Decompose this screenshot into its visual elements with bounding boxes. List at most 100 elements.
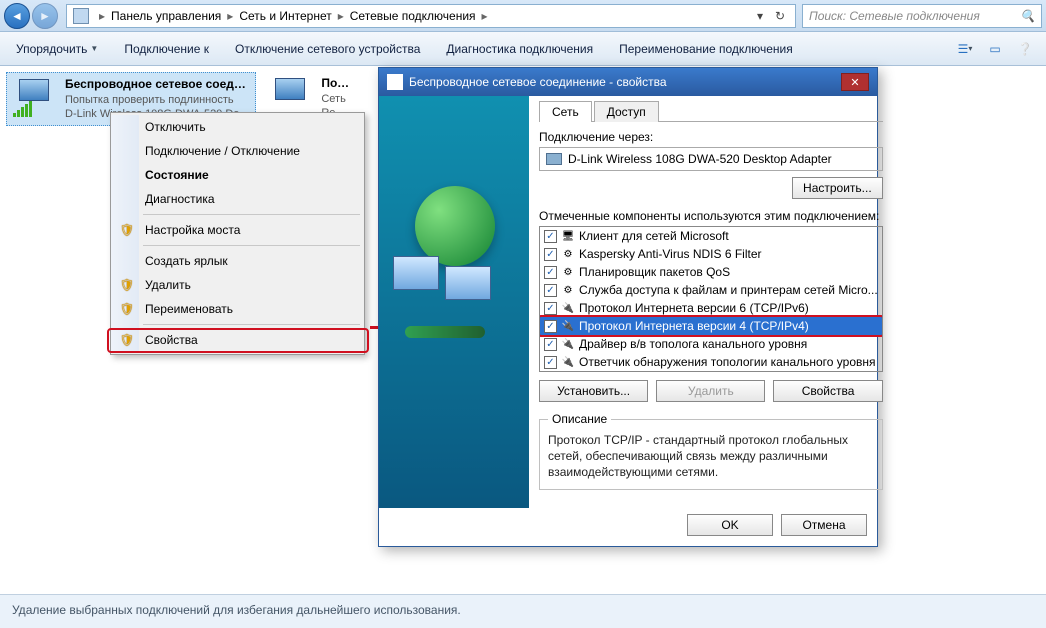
nav-forward-button[interactable]: ►: [32, 3, 58, 29]
adapter-field: D-Link Wireless 108G DWA-520 Desktop Ada…: [539, 147, 883, 171]
shield-icon: 🛡: [113, 328, 141, 352]
rename-connection-button[interactable]: Переименование подключения: [611, 39, 801, 59]
protocol-icon: [561, 301, 575, 315]
install-button[interactable]: Установить...: [539, 380, 648, 402]
separator: [143, 324, 360, 325]
connect-to-button[interactable]: Подключение к: [116, 39, 217, 59]
dialog-title-text: Беспроводное сетевое соединение - свойст…: [409, 75, 667, 89]
address-dropdown-button[interactable]: ▾: [751, 7, 769, 25]
protocol-icon: [561, 319, 575, 333]
checkbox[interactable]: ✓: [544, 284, 557, 297]
ctx-delete[interactable]: 🛡Удалить: [113, 273, 362, 297]
tab-network[interactable]: Сеть: [539, 101, 592, 122]
ctx-properties[interactable]: 🛡Свойства: [113, 328, 362, 352]
window-titlebar: ◄ ► ▸ Панель управления ▸ Сеть и Интерне…: [0, 0, 1046, 32]
checkbox[interactable]: ✓: [544, 320, 557, 333]
ctx-create-shortcut[interactable]: Создать ярлык: [113, 249, 362, 273]
close-button[interactable]: ✕: [841, 73, 869, 91]
preview-pane-button[interactable]: ▭: [982, 38, 1008, 60]
service-icon: [561, 283, 575, 297]
chevron-right-icon[interactable]: ▸: [482, 9, 488, 23]
organize-menu[interactable]: Упорядочить▼: [8, 39, 106, 59]
separator: [143, 245, 360, 246]
service-icon: [561, 247, 575, 261]
connection-name: Подкл...: [321, 76, 351, 92]
protocol-icon: [561, 337, 575, 351]
service-icon: [561, 265, 575, 279]
chevron-down-icon: ▼: [90, 44, 98, 53]
help-button[interactable]: ❔: [1012, 38, 1038, 60]
dialog-tabs: Сеть Доступ: [539, 100, 883, 122]
cancel-button[interactable]: Отмена: [781, 514, 867, 536]
lan-connection-icon: [267, 76, 315, 116]
configure-button[interactable]: Настроить...: [792, 177, 883, 199]
diagnostics-button[interactable]: Диагностика подключения: [438, 39, 601, 59]
shield-icon: 🛡: [113, 297, 141, 321]
dialog-sidebar-image: [379, 96, 529, 508]
view-options-button[interactable]: ☰▾: [952, 38, 978, 60]
separator: [143, 214, 360, 215]
connection-status: Сеть: [321, 92, 351, 106]
toolbar: Упорядочить▼ Подключение к Отключение се…: [0, 32, 1046, 66]
wireless-connection-icon: [11, 77, 59, 117]
status-bar: Удаление выбранных подключений для избег…: [0, 594, 1046, 628]
component-item[interactable]: ✓Kaspersky Anti-Virus NDIS 6 Filter: [540, 245, 882, 263]
checkbox[interactable]: ✓: [544, 338, 557, 351]
components-list[interactable]: ✓Клиент для сетей Microsoft ✓Kaspersky A…: [539, 226, 883, 372]
checkbox[interactable]: ✓: [544, 230, 557, 243]
chevron-right-icon[interactable]: ▸: [338, 9, 344, 23]
component-item[interactable]: ✓Планировщик пакетов QoS: [540, 263, 882, 281]
search-input[interactable]: Поиск: Сетевые подключения 🔍: [802, 4, 1042, 28]
tab-access[interactable]: Доступ: [594, 101, 659, 122]
protocol-icon: [561, 355, 575, 369]
search-placeholder: Поиск: Сетевые подключения: [809, 9, 980, 23]
ok-button[interactable]: OK: [687, 514, 773, 536]
connect-via-label: Подключение через:: [539, 130, 883, 144]
component-item[interactable]: ✓Служба доступа к файлам и принтерам сет…: [540, 281, 882, 299]
checkbox[interactable]: ✓: [544, 266, 557, 279]
chevron-right-icon[interactable]: ▸: [227, 9, 233, 23]
context-menu: Отключить Подключение / Отключение Состо…: [110, 112, 365, 355]
description-label: Описание: [548, 412, 611, 426]
component-item[interactable]: ✓Ответчик обнаружения топологии канально…: [540, 353, 882, 371]
breadcrumb-network-internet[interactable]: Сеть и Интернет: [239, 9, 331, 23]
address-bar[interactable]: ▸ Панель управления ▸ Сеть и Интернет ▸ …: [66, 4, 796, 28]
checkbox[interactable]: ✓: [544, 302, 557, 315]
checkbox[interactable]: ✓: [544, 356, 557, 369]
adapter-name: D-Link Wireless 108G DWA-520 Desktop Ada…: [568, 152, 832, 166]
client-icon: [561, 229, 575, 243]
components-label: Отмеченные компоненты используются этим …: [539, 209, 883, 223]
ctx-connect-disconnect[interactable]: Подключение / Отключение: [113, 139, 362, 163]
component-item[interactable]: ✓Драйвер в/в тополога канального уровня: [540, 335, 882, 353]
checkbox[interactable]: ✓: [544, 248, 557, 261]
folder-icon: [73, 8, 89, 24]
dialog-titlebar[interactable]: Беспроводное сетевое соединение - свойст…: [379, 68, 877, 96]
ctx-bridge[interactable]: 🛡Настройка моста: [113, 218, 362, 242]
properties-dialog: Беспроводное сетевое соединение - свойст…: [378, 67, 878, 547]
uninstall-button[interactable]: Удалить: [656, 380, 765, 402]
nav-back-button[interactable]: ◄: [4, 3, 30, 29]
connection-name: Беспроводное сетевое соединение: [65, 77, 251, 93]
component-item[interactable]: ✓Протокол Интернета версии 6 (TCP/IPv6): [540, 299, 882, 317]
connection-status: Попытка проверить подлинность: [65, 93, 251, 107]
disconnect-device-button[interactable]: Отключение сетевого устройства: [227, 39, 428, 59]
description-group: Описание Протокол TCP/IP - стандартный п…: [539, 412, 883, 490]
ctx-disconnect[interactable]: Отключить: [113, 115, 362, 139]
status-text: Удаление выбранных подключений для избег…: [12, 603, 461, 617]
ctx-rename[interactable]: 🛡Переименовать: [113, 297, 362, 321]
ctx-status[interactable]: Состояние: [113, 163, 362, 187]
network-icon: [387, 74, 403, 90]
chevron-right-icon[interactable]: ▸: [99, 9, 105, 23]
breadcrumb-network-connections[interactable]: Сетевые подключения: [350, 9, 476, 23]
component-item[interactable]: ✓Клиент для сетей Microsoft: [540, 227, 882, 245]
adapter-icon: [546, 153, 562, 165]
refresh-button[interactable]: ↻: [771, 7, 789, 25]
shield-icon: 🛡: [113, 273, 141, 297]
search-icon: 🔍: [1020, 9, 1035, 23]
description-text: Протокол TCP/IP - стандартный протокол г…: [548, 432, 874, 481]
breadcrumb-control-panel[interactable]: Панель управления: [111, 9, 221, 23]
ctx-diagnostics[interactable]: Диагностика: [113, 187, 362, 211]
component-properties-button[interactable]: Свойства: [773, 380, 882, 402]
component-item-tcpipv4[interactable]: ✓Протокол Интернета версии 4 (TCP/IPv4): [540, 317, 882, 335]
shield-icon: 🛡: [113, 218, 141, 242]
